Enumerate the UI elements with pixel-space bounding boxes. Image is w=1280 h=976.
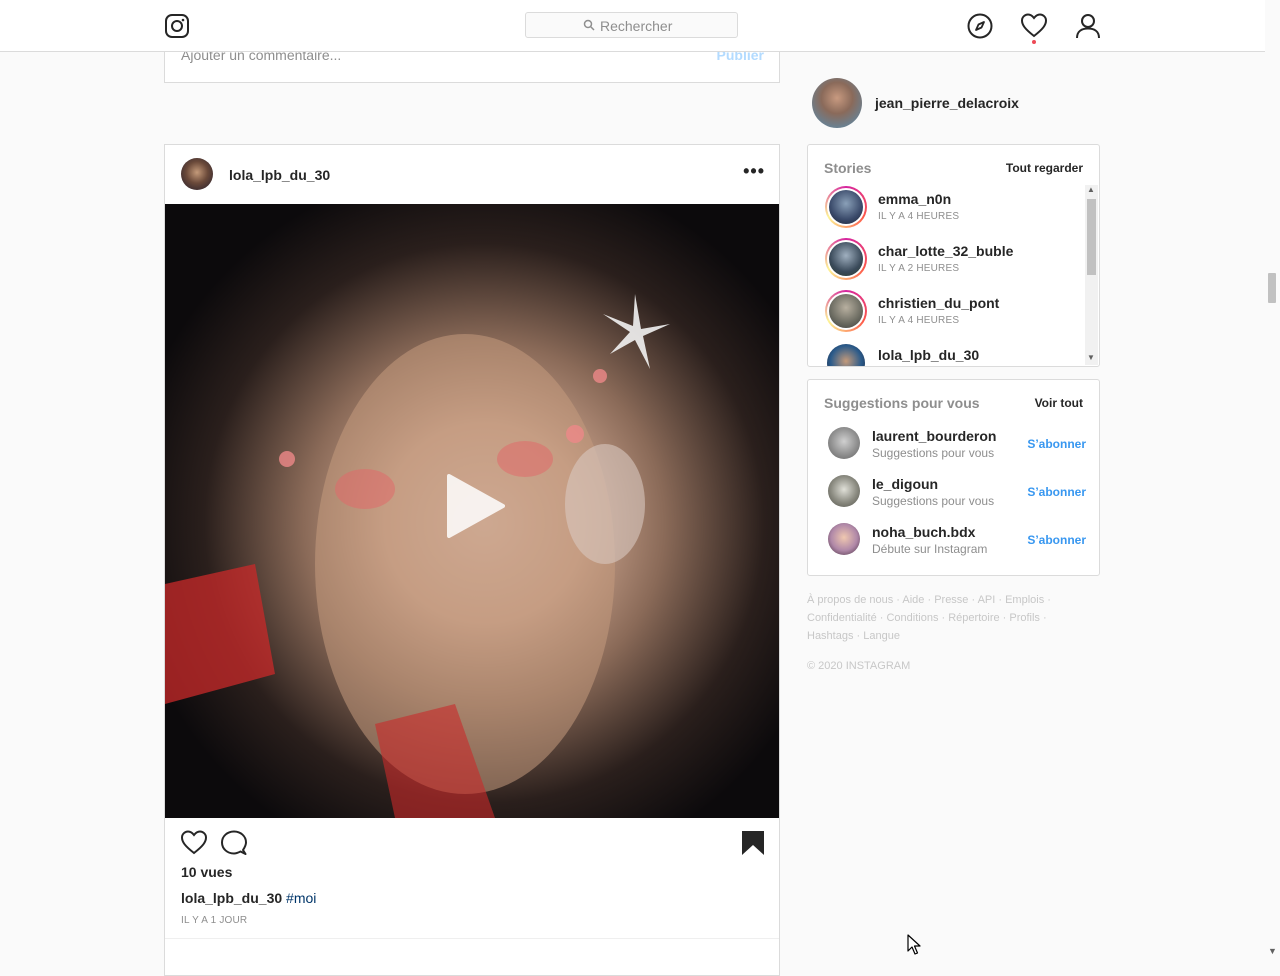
post-card: lola_lpb_du_30 ••• 10 vues lola_lpb_du_3… bbox=[164, 144, 780, 976]
suggestion-username[interactable]: noha_buch.bdx bbox=[872, 524, 975, 540]
footer-line[interactable]: Confidentialité · Conditions · Répertoir… bbox=[807, 609, 1067, 627]
follow-button[interactable]: S’abonner bbox=[1027, 533, 1086, 547]
scroll-down-arrow-icon[interactable]: ▼ bbox=[1268, 946, 1277, 956]
suggestions-panel: Suggestions pour vous Voir tout laurent_… bbox=[807, 379, 1100, 576]
story-username: emma_n0n bbox=[878, 191, 952, 207]
search-placeholder: Rechercher bbox=[600, 18, 673, 34]
caption-hashtag[interactable]: #moi bbox=[286, 890, 316, 906]
footer-line[interactable]: À propos de nous · Aide · Presse · API ·… bbox=[807, 591, 1067, 609]
divider bbox=[165, 938, 779, 939]
suggestion-username[interactable]: laurent_bourderon bbox=[872, 428, 996, 444]
suggestion-item: laurent_bourderon Suggestions pour vous … bbox=[828, 427, 1086, 467]
page-scrollbar[interactable] bbox=[1265, 0, 1280, 960]
avatar bbox=[829, 242, 863, 276]
story-username: char_lotte_32_buble bbox=[878, 243, 1014, 259]
stories-scrollbar-thumb[interactable] bbox=[1087, 199, 1096, 275]
story-time: IL Y A 4 HEURES bbox=[878, 211, 960, 222]
follow-button[interactable]: S’abonner bbox=[1027, 437, 1086, 451]
search-icon bbox=[583, 19, 595, 31]
story-item[interactable]: emma_n0n IL Y A 4 HEURES bbox=[825, 186, 1085, 238]
avatar[interactable] bbox=[812, 78, 862, 128]
compass-icon[interactable] bbox=[967, 13, 993, 39]
search-input[interactable]: Rechercher bbox=[525, 12, 738, 38]
avatar[interactable] bbox=[828, 475, 860, 507]
view-count[interactable]: 10 vues bbox=[181, 864, 232, 880]
follow-button[interactable]: S’abonner bbox=[1027, 485, 1086, 499]
avatar bbox=[827, 344, 865, 366]
post-caption: lola_lpb_du_30 #moi bbox=[181, 890, 316, 906]
story-item[interactable]: char_lotte_32_buble IL Y A 2 HEURES bbox=[825, 238, 1085, 290]
story-time: IL Y A 4 HEURES bbox=[878, 315, 960, 326]
story-time: IL Y A 2 HEURES bbox=[878, 263, 960, 274]
bookmark-icon[interactable] bbox=[741, 830, 765, 856]
footer-line[interactable]: Hashtags · Langue bbox=[807, 627, 1067, 645]
post-actions bbox=[165, 830, 779, 860]
stories-title: Stories bbox=[824, 160, 872, 176]
like-heart-icon[interactable] bbox=[181, 830, 207, 856]
avatar[interactable] bbox=[828, 427, 860, 459]
avatar[interactable] bbox=[828, 523, 860, 555]
avatar[interactable] bbox=[181, 158, 213, 190]
caption-username[interactable]: lola_lpb_du_30 bbox=[181, 890, 282, 906]
suggestions-title: Suggestions pour vous bbox=[824, 395, 980, 411]
see-all-suggestions-link[interactable]: Voir tout bbox=[1035, 396, 1083, 410]
story-item[interactable]: lola_lpb_du_30 bbox=[825, 342, 1085, 366]
post-timestamp[interactable]: IL Y A 1 JOUR bbox=[181, 915, 247, 926]
instagram-logo-icon[interactable] bbox=[165, 14, 189, 38]
suggestion-item: le_digoun Suggestions pour vous S’abonne… bbox=[828, 475, 1086, 515]
story-username: lola_lpb_du_30 bbox=[878, 347, 980, 363]
avatar bbox=[829, 294, 863, 328]
comment-icon[interactable] bbox=[221, 830, 247, 856]
footer-links: À propos de nous · Aide · Presse · API ·… bbox=[807, 591, 1067, 645]
stories-panel: Stories Tout regarder emma_n0n IL Y A 4 … bbox=[807, 144, 1100, 367]
heart-icon[interactable] bbox=[1021, 13, 1047, 39]
user-icon[interactable] bbox=[1075, 13, 1101, 39]
post-username[interactable]: lola_lpb_du_30 bbox=[229, 167, 330, 183]
see-all-stories-link[interactable]: Tout regarder bbox=[1006, 161, 1083, 175]
play-icon[interactable] bbox=[441, 472, 509, 540]
scroll-up-arrow-icon[interactable]: ▲ bbox=[1087, 185, 1095, 194]
scroll-down-arrow-icon[interactable]: ▼ bbox=[1087, 353, 1095, 362]
mouse-cursor-icon bbox=[907, 934, 921, 955]
suggestion-reason: Suggestions pour vous bbox=[872, 446, 995, 460]
top-navigation-bar: Rechercher bbox=[0, 0, 1265, 52]
suggestion-username[interactable]: le_digoun bbox=[872, 476, 938, 492]
copyright: © 2020 INSTAGRAM bbox=[807, 660, 911, 672]
story-item[interactable]: christien_du_pont IL Y A 4 HEURES bbox=[825, 290, 1085, 342]
story-username: christien_du_pont bbox=[878, 295, 1000, 311]
notification-dot bbox=[1032, 40, 1036, 44]
avatar bbox=[829, 190, 863, 224]
page-scrollbar-thumb[interactable] bbox=[1268, 273, 1276, 303]
post-header: lola_lpb_du_30 ••• bbox=[165, 145, 779, 204]
suggestion-reason: Suggestions pour vous bbox=[872, 494, 995, 508]
current-username[interactable]: jean_pierre_delacroix bbox=[875, 95, 1019, 111]
suggestion-reason: Débute sur Instagram bbox=[872, 542, 988, 556]
current-user-row: jean_pierre_delacroix bbox=[812, 78, 1100, 128]
post-video[interactable] bbox=[165, 204, 779, 818]
suggestion-item: noha_buch.bdx Débute sur Instagram S’abo… bbox=[828, 523, 1086, 563]
more-options-icon[interactable]: ••• bbox=[743, 161, 765, 182]
